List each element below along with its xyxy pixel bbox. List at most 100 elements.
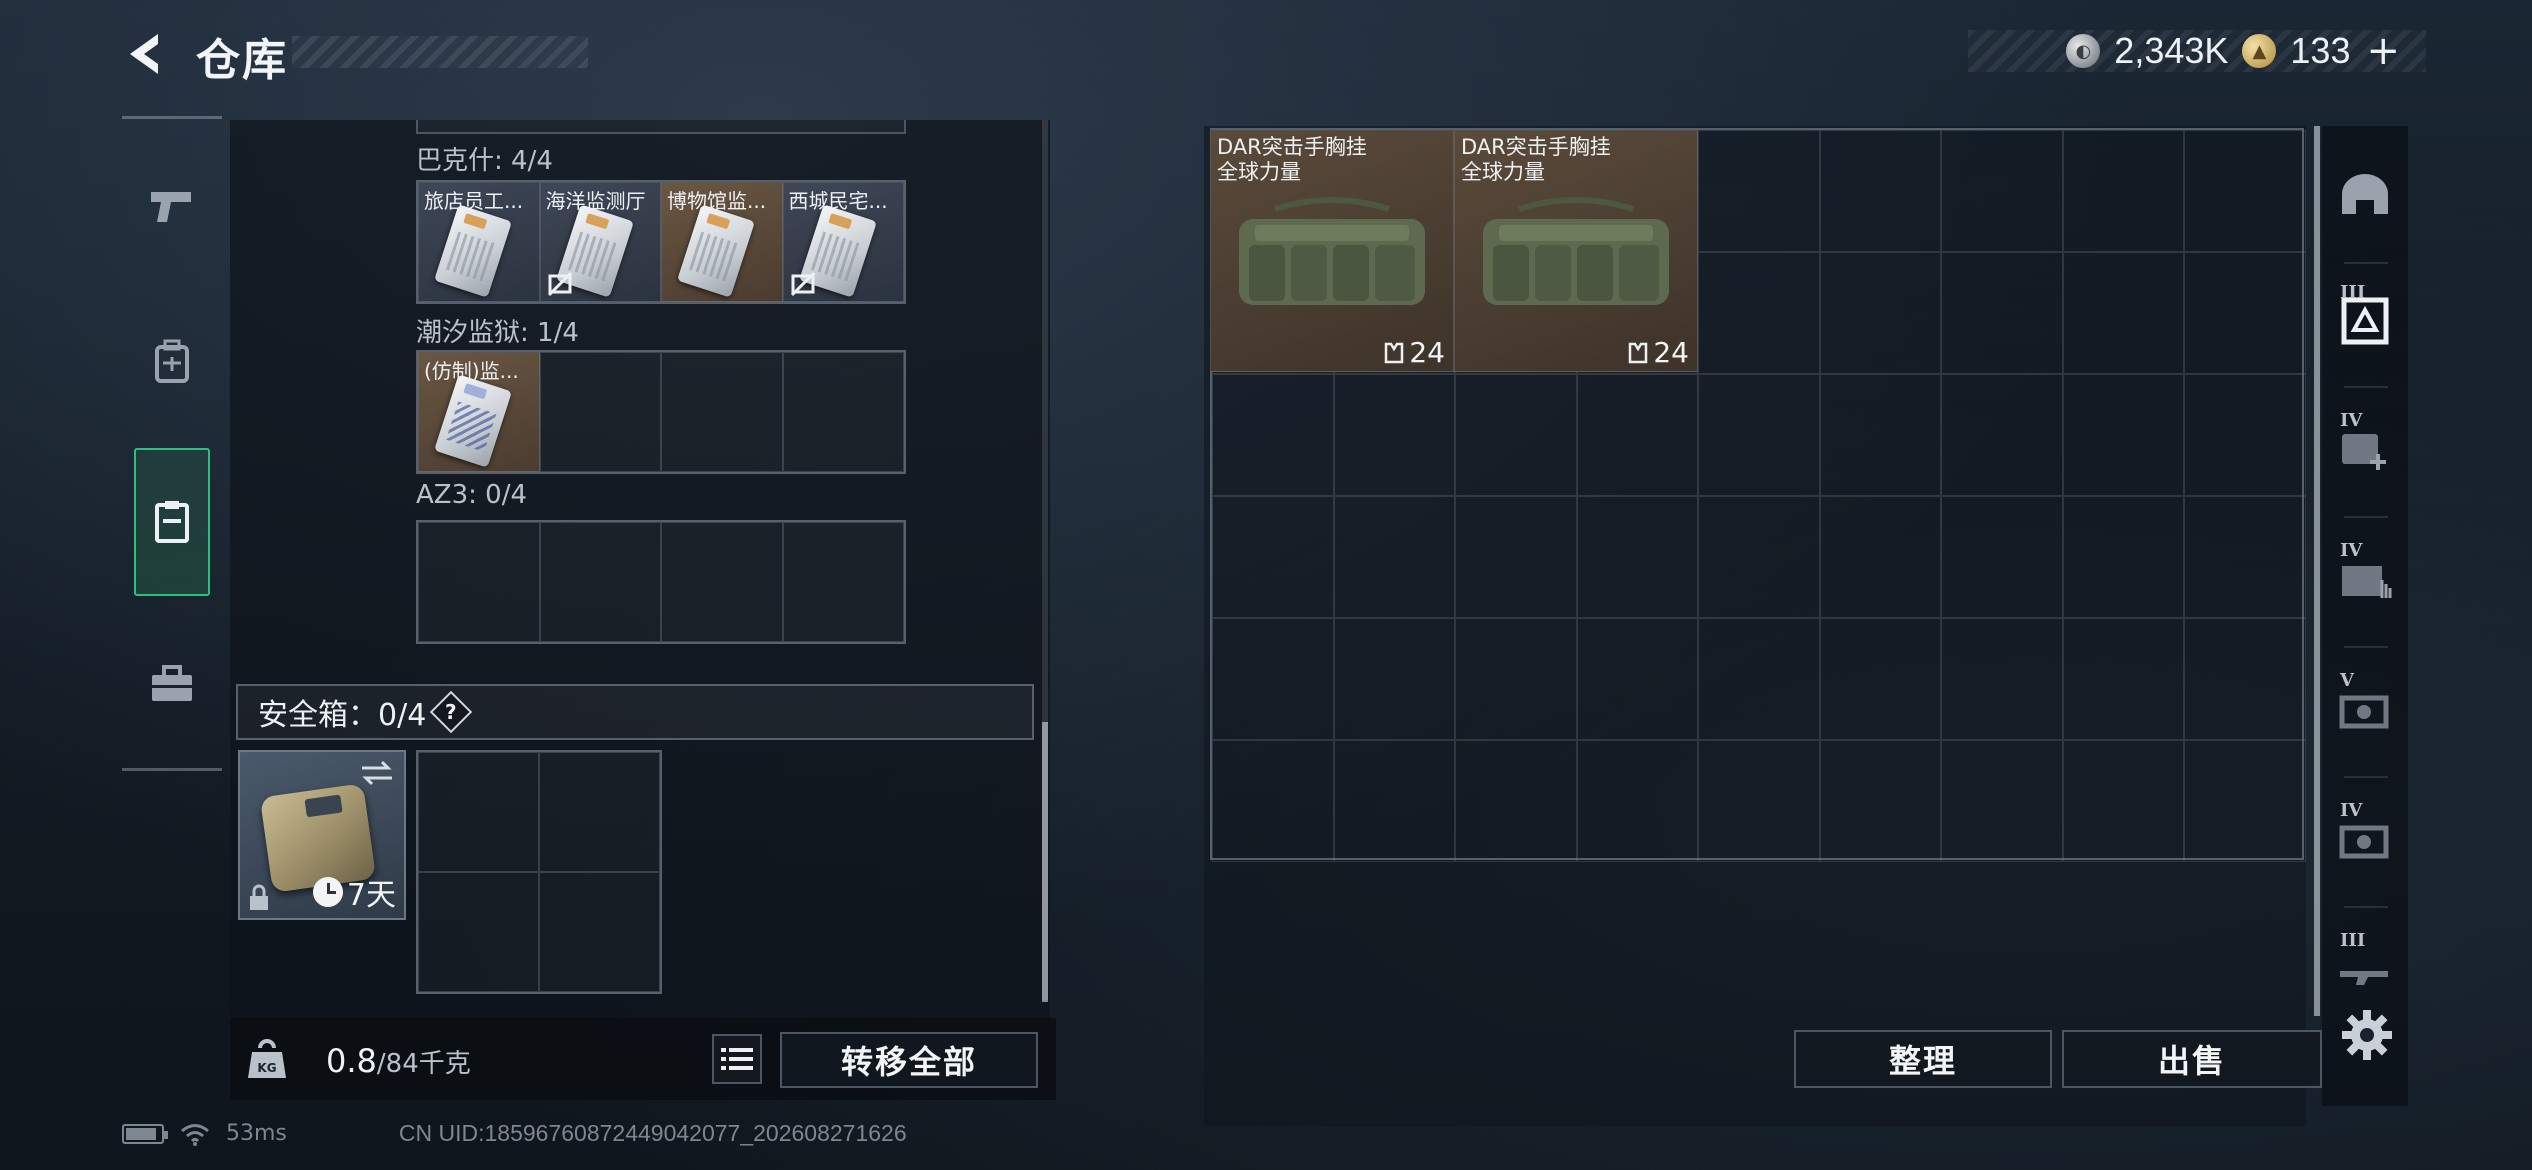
stash-slot[interactable] bbox=[1212, 496, 1334, 618]
add-currency-button[interactable]: + bbox=[2366, 28, 2400, 74]
stash-slot[interactable] bbox=[1698, 618, 1820, 740]
empty-slot[interactable] bbox=[418, 752, 539, 872]
silver-coin-icon: ◐ bbox=[2066, 34, 2101, 68]
stash-slot[interactable] bbox=[1576, 374, 1699, 496]
tab-divider bbox=[2344, 516, 2388, 518]
stash-slot[interactable] bbox=[1941, 740, 2063, 862]
stash-slot[interactable] bbox=[1576, 740, 1699, 862]
tab-armor[interactable]: III bbox=[2330, 276, 2400, 366]
tab-safes-iv[interactable]: IV bbox=[2330, 794, 2400, 884]
nav-item-toolbox[interactable] bbox=[134, 634, 210, 734]
empty-slot[interactable] bbox=[539, 522, 661, 642]
empty-slot[interactable] bbox=[418, 522, 540, 642]
empty-slot[interactable] bbox=[782, 352, 904, 472]
stash-item[interactable]: DAR突击手胸挂 全球力量 24 bbox=[1210, 130, 1454, 372]
stash-slot[interactable] bbox=[2184, 130, 2306, 252]
stash-slot[interactable] bbox=[1455, 496, 1577, 618]
arrange-button[interactable]: 整理 bbox=[1794, 1030, 2052, 1088]
stash-slot[interactable] bbox=[1576, 618, 1699, 740]
empty-slot[interactable] bbox=[539, 752, 660, 872]
stash-slot[interactable] bbox=[2062, 496, 2185, 618]
stash-scrollbar[interactable] bbox=[2314, 126, 2320, 1016]
keycard-scrollbar-thumb[interactable] bbox=[1042, 722, 1048, 1002]
stash-slot[interactable] bbox=[1698, 740, 1820, 862]
stash-slot[interactable] bbox=[1941, 130, 2063, 252]
stash-slot[interactable] bbox=[1212, 740, 1334, 862]
stash-slot[interactable] bbox=[2062, 252, 2185, 374]
empty-slot[interactable] bbox=[539, 352, 661, 472]
question-icon: ? bbox=[445, 699, 458, 724]
stash-slot[interactable] bbox=[2062, 618, 2185, 740]
safe-box-item[interactable]: 7天 bbox=[238, 750, 406, 920]
tab-weapons[interactable]: III bbox=[2330, 924, 2400, 1014]
stash-slot[interactable] bbox=[1698, 130, 1820, 252]
stash-slot[interactable] bbox=[2184, 252, 2306, 374]
stash-slot[interactable] bbox=[1698, 252, 1820, 374]
tab-helmets[interactable] bbox=[2330, 150, 2400, 240]
stash-slot[interactable] bbox=[1333, 374, 1456, 496]
tab-safes-v[interactable]: V bbox=[2330, 664, 2400, 754]
keycard-grid-tidal-prison: (仿制)监... bbox=[416, 350, 906, 474]
stash-slot[interactable] bbox=[1455, 618, 1577, 740]
empty-slot[interactable] bbox=[418, 872, 539, 992]
back-button[interactable] bbox=[118, 28, 170, 80]
tab-containers[interactable]: IV bbox=[2330, 534, 2400, 624]
empty-slot[interactable] bbox=[661, 352, 783, 472]
empty-slot[interactable] bbox=[661, 522, 783, 642]
stash-slot[interactable] bbox=[1333, 740, 1456, 862]
gear-icon[interactable] bbox=[2340, 1008, 2394, 1062]
help-button[interactable]: ? bbox=[430, 690, 473, 734]
keycard-holder-icon bbox=[155, 501, 189, 543]
keycard-slot[interactable]: 西城民宅... bbox=[782, 182, 904, 302]
list-view-button[interactable] bbox=[712, 1034, 762, 1084]
stash-slot[interactable] bbox=[2184, 618, 2306, 740]
stash-slot[interactable] bbox=[1941, 252, 2063, 374]
item-count: 24 bbox=[1409, 336, 1445, 369]
stash-slot[interactable] bbox=[1819, 374, 1942, 496]
stash-slot[interactable] bbox=[1819, 496, 1942, 618]
stash-slot[interactable] bbox=[1455, 374, 1577, 496]
stash-slot[interactable] bbox=[1333, 496, 1456, 618]
nav-item-keycards[interactable] bbox=[134, 448, 210, 596]
stash-slot[interactable] bbox=[1698, 374, 1820, 496]
gold-currency-amount: 133 bbox=[2290, 30, 2351, 71]
nav-item-gear[interactable] bbox=[134, 312, 210, 412]
stash-slot[interactable] bbox=[1333, 618, 1456, 740]
stash-slot[interactable] bbox=[1819, 252, 1942, 374]
keycard-slot[interactable]: 旅店员工... bbox=[418, 182, 540, 302]
keycard-icon bbox=[434, 204, 512, 298]
stash-slot[interactable] bbox=[1941, 496, 2063, 618]
empty-slot[interactable] bbox=[539, 872, 660, 992]
stash-slot[interactable] bbox=[1455, 740, 1577, 862]
stash-slot[interactable] bbox=[2062, 740, 2185, 862]
nav-item-weapons[interactable] bbox=[134, 156, 210, 256]
stash-slot[interactable] bbox=[1212, 618, 1334, 740]
user-uid: CN UID:18596760872449042077_202608271626 bbox=[398, 1120, 907, 1146]
stash-slot[interactable] bbox=[1212, 374, 1334, 496]
swap-icon[interactable] bbox=[360, 760, 394, 786]
keycard-slot[interactable]: 博物馆监... bbox=[661, 182, 783, 302]
keycard-label: 博物馆监... bbox=[667, 189, 767, 213]
stash-slot[interactable] bbox=[1819, 618, 1942, 740]
keycard-slot[interactable]: 海洋监测厅 bbox=[539, 182, 661, 302]
keycard-slot[interactable]: (仿制)监... bbox=[418, 352, 540, 472]
stash-slot[interactable] bbox=[2184, 374, 2306, 496]
stash-slot[interactable] bbox=[2062, 374, 2185, 496]
transfer-all-button[interactable]: 转移全部 bbox=[780, 1032, 1038, 1088]
empty-slot[interactable] bbox=[782, 522, 904, 642]
stash-slot[interactable] bbox=[1698, 496, 1820, 618]
stash-slot[interactable] bbox=[2184, 496, 2306, 618]
vest-icon bbox=[1629, 342, 1648, 363]
stash-slot[interactable] bbox=[1819, 740, 1942, 862]
tab-divider bbox=[2344, 776, 2388, 778]
stash-slot[interactable] bbox=[1941, 374, 2063, 496]
stash-slot[interactable] bbox=[1576, 496, 1699, 618]
sell-button[interactable]: 出售 bbox=[2062, 1030, 2322, 1088]
stash-slot[interactable] bbox=[2184, 740, 2306, 862]
tab-medical[interactable]: IV bbox=[2330, 404, 2400, 494]
stash-slot[interactable] bbox=[2062, 130, 2185, 252]
stash-slot[interactable] bbox=[1941, 618, 2063, 740]
stash-item[interactable]: DAR突击手胸挂 全球力量 24 bbox=[1454, 130, 1698, 372]
stash-slot[interactable] bbox=[1819, 130, 1942, 252]
clock-icon bbox=[312, 877, 343, 907]
